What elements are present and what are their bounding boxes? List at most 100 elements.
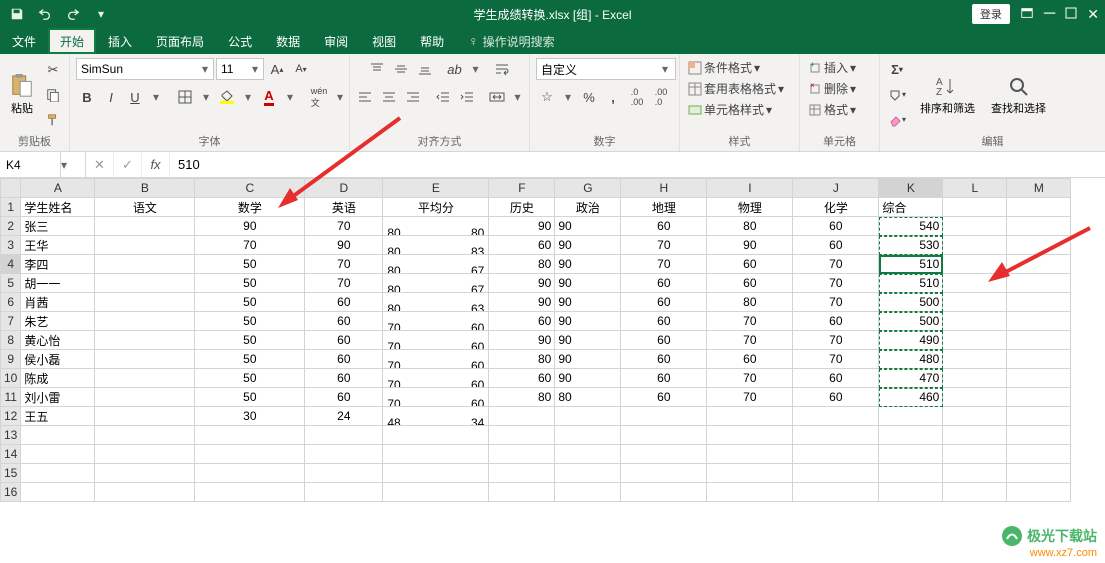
cell[interactable]: 70: [195, 236, 305, 255]
align-bottom-button[interactable]: [414, 58, 436, 80]
cell[interactable]: 4834: [383, 407, 489, 426]
cell[interactable]: 50: [195, 388, 305, 407]
tab-formulas[interactable]: 公式: [216, 28, 264, 54]
cell[interactable]: [707, 464, 793, 483]
cell[interactable]: [95, 407, 195, 426]
row-header[interactable]: 15: [1, 464, 21, 483]
cell[interactable]: [1007, 312, 1071, 331]
cell[interactable]: [95, 255, 195, 274]
cell[interactable]: 90: [555, 350, 621, 369]
cell[interactable]: 60: [489, 369, 555, 388]
bold-button[interactable]: B: [76, 86, 98, 108]
cell[interactable]: 60: [305, 388, 383, 407]
cell[interactable]: 8063: [383, 293, 489, 312]
align-middle-button[interactable]: [390, 58, 412, 80]
cell[interactable]: [1007, 331, 1071, 350]
cell[interactable]: [943, 217, 1007, 236]
cell[interactable]: [943, 236, 1007, 255]
cell[interactable]: 480: [879, 350, 943, 369]
cell[interactable]: 8067: [383, 255, 489, 274]
cell[interactable]: 80: [555, 388, 621, 407]
cell[interactable]: 7060: [383, 369, 489, 388]
cell[interactable]: 90: [489, 274, 555, 293]
cell[interactable]: [195, 445, 305, 464]
cell[interactable]: 60: [793, 217, 879, 236]
wrap-text-button[interactable]: [492, 58, 514, 80]
cell[interactable]: [879, 445, 943, 464]
cell[interactable]: 70: [621, 236, 707, 255]
cell[interactable]: [1007, 426, 1071, 445]
cell[interactable]: [793, 426, 879, 445]
cell[interactable]: 60: [621, 331, 707, 350]
cell[interactable]: [943, 350, 1007, 369]
cell[interactable]: 530: [879, 236, 943, 255]
row-header[interactable]: 16: [1, 483, 21, 502]
copy-button[interactable]: [42, 84, 64, 106]
cell[interactable]: 王五: [21, 407, 95, 426]
cell[interactable]: [383, 483, 489, 502]
cell[interactable]: 60: [621, 350, 707, 369]
col-header[interactable]: H: [621, 179, 707, 198]
chevron-down-icon[interactable]: ▾: [560, 90, 576, 104]
save-icon[interactable]: [6, 3, 28, 25]
chevron-down-icon[interactable]: ▾: [60, 152, 78, 177]
cell[interactable]: 语文: [95, 198, 195, 217]
cell[interactable]: 侯小磊: [21, 350, 95, 369]
number-format-input[interactable]: [537, 59, 657, 79]
merge-center-button[interactable]: [486, 86, 508, 108]
row-header[interactable]: 10: [1, 369, 21, 388]
cell[interactable]: 黄心怡: [21, 331, 95, 350]
cell[interactable]: 80: [489, 388, 555, 407]
cell[interactable]: [95, 274, 195, 293]
cell[interactable]: 英语: [305, 198, 383, 217]
cell[interactable]: 50: [195, 350, 305, 369]
cell[interactable]: 60: [707, 274, 793, 293]
cell[interactable]: 70: [305, 255, 383, 274]
cell[interactable]: 60: [707, 350, 793, 369]
find-select-button[interactable]: 查找和选择: [987, 70, 1050, 120]
cell[interactable]: 90: [555, 236, 621, 255]
cell[interactable]: 90: [555, 217, 621, 236]
format-painter-button[interactable]: [42, 109, 64, 131]
fill-color-button[interactable]: [216, 86, 238, 108]
cell[interactable]: [879, 464, 943, 483]
cell[interactable]: 90: [555, 255, 621, 274]
cell[interactable]: [793, 445, 879, 464]
cell[interactable]: [943, 369, 1007, 388]
cell[interactable]: [879, 407, 943, 426]
cell[interactable]: [943, 293, 1007, 312]
tab-review[interactable]: 审阅: [312, 28, 360, 54]
cell[interactable]: 7060: [383, 331, 489, 350]
cell[interactable]: [489, 464, 555, 483]
cell[interactable]: [555, 426, 621, 445]
row-header[interactable]: 14: [1, 445, 21, 464]
align-left-button[interactable]: [354, 86, 376, 108]
chevron-down-icon[interactable]: ▾: [198, 90, 214, 104]
row-header[interactable]: 12: [1, 407, 21, 426]
underline-button[interactable]: U: [124, 86, 146, 108]
cell[interactable]: [1007, 483, 1071, 502]
row-header[interactable]: 4: [1, 255, 21, 274]
cell[interactable]: 7060: [383, 350, 489, 369]
col-header[interactable]: A: [21, 179, 95, 198]
increase-indent-button[interactable]: [456, 86, 478, 108]
cell[interactable]: [943, 331, 1007, 350]
cell[interactable]: 460: [879, 388, 943, 407]
cell[interactable]: [195, 464, 305, 483]
ribbon-display-icon[interactable]: [1020, 6, 1034, 23]
cell[interactable]: [489, 483, 555, 502]
row-header[interactable]: 3: [1, 236, 21, 255]
cell[interactable]: 60: [305, 331, 383, 350]
italic-button[interactable]: I: [100, 86, 122, 108]
chevron-down-icon[interactable]: ▾: [468, 62, 484, 76]
cancel-formula-button[interactable]: ✕: [86, 152, 114, 177]
cell[interactable]: [555, 445, 621, 464]
orientation-button[interactable]: ab: [444, 58, 466, 80]
cell[interactable]: [621, 426, 707, 445]
cell[interactable]: 90: [555, 274, 621, 293]
cell[interactable]: [1007, 236, 1071, 255]
accounting-format-button[interactable]: ☆: [536, 86, 558, 108]
cell[interactable]: [1007, 388, 1071, 407]
increase-decimal-button[interactable]: .0.00: [626, 86, 648, 108]
cell[interactable]: 学生姓名: [21, 198, 95, 217]
